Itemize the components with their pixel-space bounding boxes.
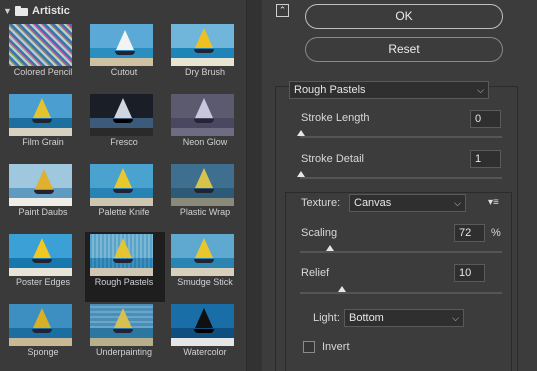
settings-panel: ⌃ OK Reset Rough Pastels ⌵ Stroke Length…: [262, 0, 537, 371]
thumb-image: [171, 94, 234, 136]
thumb-poster-edges[interactable]: Poster Edges: [4, 232, 84, 302]
scaling-unit: %: [491, 227, 501, 239]
thumb-image: [90, 94, 153, 136]
thumb-colored-pencil[interactable]: Colored Pencil: [4, 22, 84, 92]
chevron-down-icon: ⌵: [477, 85, 484, 95]
stroke-length-input[interactable]: 0: [470, 110, 501, 128]
light-select-value: Bottom: [349, 312, 384, 324]
thumb-neon-glow[interactable]: Neon Glow: [166, 92, 246, 162]
thumb-label: Neon Glow: [182, 137, 228, 147]
chevron-down-icon: ⌵: [454, 198, 461, 208]
filter-select-value: Rough Pastels: [294, 84, 366, 96]
thumb-label: Underpainting: [95, 347, 153, 357]
stroke-detail-label: Stroke Detail: [301, 153, 364, 165]
thumb-palette-knife[interactable]: Palette Knife: [85, 162, 165, 232]
ok-button[interactable]: OK: [305, 4, 503, 29]
thumb-image: [90, 234, 153, 276]
texture-label: Texture:: [301, 197, 341, 209]
thumb-image: [171, 24, 234, 66]
thumb-image: [9, 234, 72, 276]
thumb-image: [9, 94, 72, 136]
filter-select[interactable]: Rough Pastels ⌵: [289, 81, 489, 99]
thumb-label: Film Grain: [22, 137, 64, 147]
relief-label: Relief: [301, 267, 330, 279]
chevron-down-icon: ⌵: [452, 313, 459, 323]
thumb-image: [9, 24, 72, 66]
filter-gallery: ▼ Artistic Colored Pencil Cutout Dry Bru…: [0, 0, 247, 371]
folder-icon: [15, 6, 28, 16]
thumb-label: Palette Knife: [98, 207, 150, 217]
gallery-scrollbar[interactable]: [247, 0, 262, 371]
scaling-knob[interactable]: [326, 245, 334, 251]
thumb-image: [9, 304, 72, 346]
stroke-length-knob[interactable]: [297, 130, 305, 136]
stroke-detail-input[interactable]: 1: [470, 150, 501, 168]
relief-input[interactable]: 10: [454, 264, 485, 282]
thumb-cutout[interactable]: Cutout: [85, 22, 165, 92]
invert-checkbox[interactable]: [303, 341, 315, 353]
artistic-folder-header[interactable]: ▼ Artistic: [0, 0, 247, 22]
stroke-length-label: Stroke Length: [301, 112, 370, 124]
thumb-rough-pastels[interactable]: Rough Pastels: [85, 232, 165, 302]
thumb-fresco[interactable]: Fresco: [85, 92, 165, 162]
thumb-image: [90, 304, 153, 346]
texture-select[interactable]: Canvas ⌵: [349, 194, 466, 212]
thumb-label: Poster Edges: [15, 277, 71, 287]
invert-label: Invert: [322, 341, 350, 353]
folder-label: Artistic: [32, 5, 70, 17]
thumb-film-grain[interactable]: Film Grain: [4, 92, 84, 162]
thumb-label: Rough Pastels: [94, 277, 154, 287]
texture-select-value: Canvas: [354, 197, 392, 209]
scaling-input[interactable]: 72: [454, 224, 485, 242]
thumb-dry-brush[interactable]: Dry Brush: [166, 22, 246, 92]
thumb-label: Fresco: [110, 137, 138, 147]
filter-gallery-dialog: ▼ Artistic Colored Pencil Cutout Dry Bru…: [0, 0, 537, 371]
thumb-label: Watercolor: [183, 347, 227, 357]
collapse-gallery-icon[interactable]: ⌃: [276, 4, 289, 17]
thumb-label: Cutout: [110, 67, 138, 77]
thumb-label: Paint Daubs: [18, 207, 68, 217]
light-select[interactable]: Bottom ⌵: [344, 309, 464, 327]
scaling-slider[interactable]: [300, 251, 502, 253]
thumb-label: Dry Brush: [184, 67, 225, 77]
thumb-label: Plastic Wrap: [179, 207, 231, 217]
thumb-plastic-wrap[interactable]: Plastic Wrap: [166, 162, 246, 232]
stroke-length-slider[interactable]: [300, 136, 502, 138]
relief-slider[interactable]: [300, 292, 502, 294]
thumb-watercolor[interactable]: Watercolor: [166, 302, 246, 371]
thumb-image: [171, 304, 234, 346]
thumb-smudge-stick[interactable]: Smudge Stick: [166, 232, 246, 302]
thumb-image: [90, 24, 153, 66]
chevron-down-icon[interactable]: ▼: [3, 6, 13, 16]
scaling-label: Scaling: [301, 227, 338, 239]
thumb-image: [9, 164, 72, 206]
stroke-detail-slider[interactable]: [300, 177, 502, 179]
thumb-image: [171, 164, 234, 206]
thumb-paint-daubs[interactable]: Paint Daubs: [4, 162, 84, 232]
thumb-image: [90, 164, 153, 206]
texture-menu-icon[interactable]: ▾≡: [488, 197, 499, 208]
thumb-image: [171, 234, 234, 276]
thumb-sponge[interactable]: Sponge: [4, 302, 84, 371]
light-label: Light:: [313, 312, 340, 324]
reset-button[interactable]: Reset: [305, 37, 503, 62]
thumb-label: Colored Pencil: [13, 67, 73, 77]
thumb-underpainting[interactable]: Underpainting: [85, 302, 165, 371]
relief-knob[interactable]: [338, 286, 346, 292]
stroke-detail-knob[interactable]: [297, 171, 305, 177]
thumb-label: Sponge: [27, 347, 59, 357]
thumb-label: Smudge Stick: [177, 277, 233, 287]
